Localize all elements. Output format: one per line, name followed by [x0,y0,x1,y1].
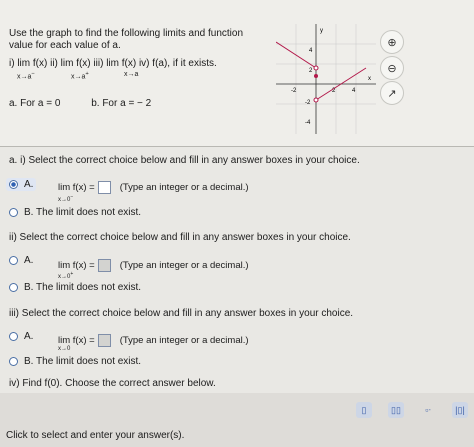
q2-choice-a[interactable]: A. [9,255,33,266]
q2-limit-sub: x→0+ [58,271,74,280]
exponent-icon[interactable]: ▫ᐧ [420,402,436,418]
tick-x4: 4 [352,88,356,94]
limit-sub-3: x→a [124,71,139,78]
tick-x-neg2: -2 [291,88,297,94]
limits-list: i) lim f(x) ii) lim f(x) iii) lim f(x) i… [9,58,217,69]
popout-icon[interactable]: ↗ [380,81,404,105]
status-text: Click to select and enter your answer(s)… [6,430,185,441]
q1-limit: lim f(x) = (Type an integer or a decimal.… [58,181,249,194]
zoom-out-icon[interactable]: ⊖ [380,56,404,80]
q4-prompt: iv) Find f(0). Choose the correct answer… [9,378,216,389]
limit-sub-1: x→a− [17,71,35,81]
y-axis-label: y [320,28,323,34]
function-graph: y x 4 2 -2 2 4 -2 -4 [276,24,376,134]
tick-y-neg2: -2 [305,100,311,106]
q2-limit: lim f(x) = (Type an integer or a decimal.… [58,259,249,272]
open-point [313,65,319,71]
q3-answer-box[interactable] [97,334,111,347]
q2-prompt: ii) Select the correct choice below and … [9,232,351,243]
q1-answer-box[interactable] [97,181,111,194]
question-prompt: Use the graph to find the following limi… [9,28,244,51]
graph-grid [276,24,376,134]
q1-limit-sub: x→0− [58,194,74,203]
q2-choice-b[interactable]: B. The limit does not exist. [9,282,141,293]
radio[interactable] [9,357,18,366]
q3-prompt: iii) Select the correct choice below and… [9,308,354,319]
q3-choice-a[interactable]: A. [9,331,33,342]
radio-selected[interactable] [9,180,18,189]
part-a: a. For a = 0 [9,98,61,109]
part-b: b. For a = − 2 [91,98,152,109]
q1-choice-a[interactable]: A. [6,178,37,191]
limit-sub-2: x→a+ [71,71,89,81]
divider [0,146,474,147]
closed-point [314,74,318,78]
q1-choice-b[interactable]: B. The limit does not exist. [9,207,141,218]
q3-choice-b[interactable]: B. The limit does not exist. [9,356,141,367]
q1-prompt: a. i) Select the correct choice below an… [9,155,360,166]
parts-list: a. For a = 0 b. For a = − 2 [9,98,151,109]
absolute-value-icon[interactable]: |▯| [452,402,468,418]
zoom-in-icon[interactable]: ⊕ [380,30,404,54]
open-point-lower [313,97,319,103]
mixed-number-icon[interactable]: ▯▯ [388,402,404,418]
radio[interactable] [9,256,18,265]
tick-y2: 2 [309,68,313,74]
tick-y4: 4 [309,48,313,54]
q3-limit-sub: x→0 [58,346,71,352]
radio[interactable] [9,283,18,292]
x-axis-label: x [368,76,371,82]
radio[interactable] [9,208,18,217]
tick-y-neg4: -4 [305,120,311,126]
q2-answer-box[interactable] [97,259,111,272]
radio[interactable] [9,332,18,341]
q3-limit: lim f(x) = (Type an integer or a decimal.… [58,334,249,347]
fraction-icon[interactable]: ▯ [356,402,372,418]
